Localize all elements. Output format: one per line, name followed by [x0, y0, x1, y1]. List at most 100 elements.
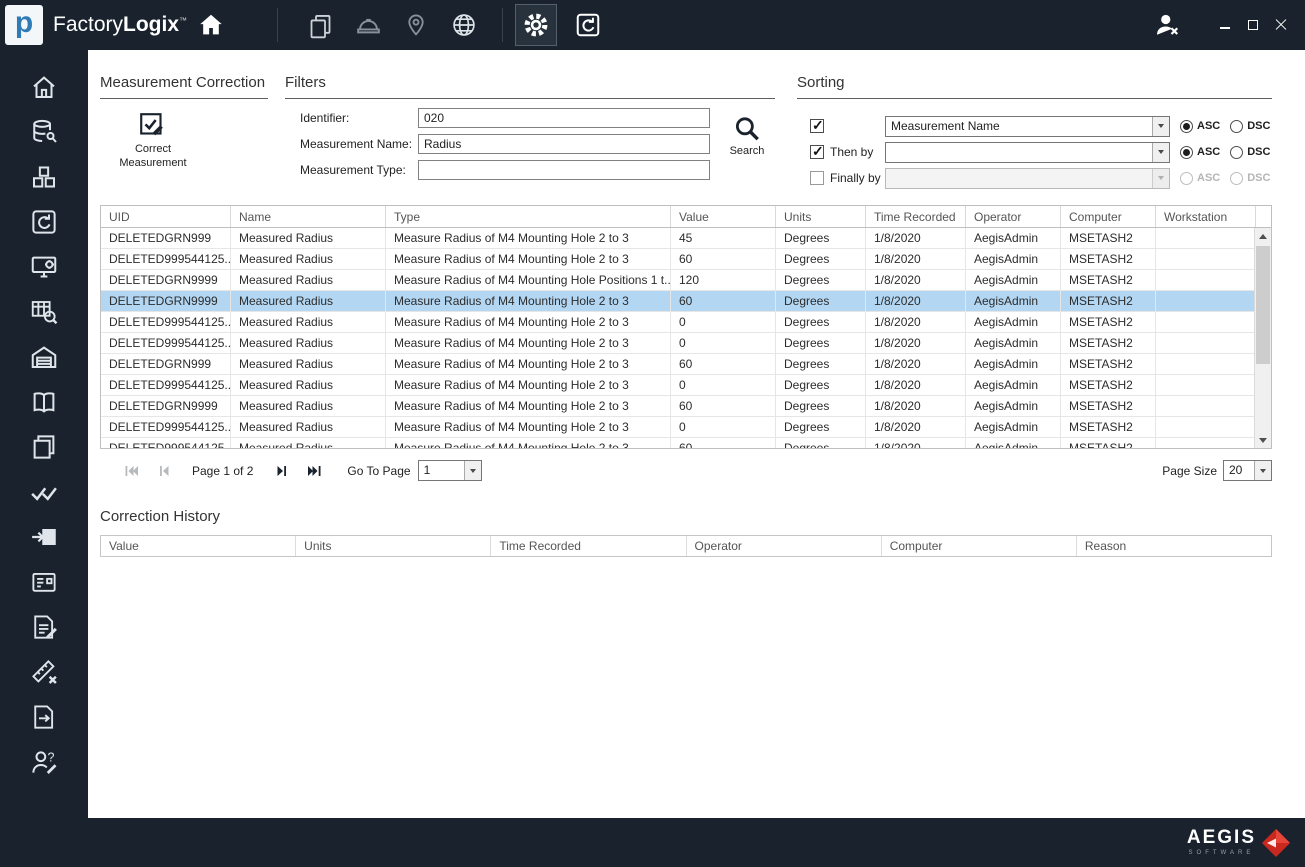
table-row[interactable]: DELETEDGRN999Measured RadiusMeasure Radi…: [101, 354, 1271, 375]
sort-secondary-dropdown[interactable]: [885, 142, 1170, 163]
toolbar-separator: [277, 8, 278, 42]
home-icon[interactable]: [196, 10, 226, 40]
column-header[interactable]: Operator: [966, 206, 1061, 227]
correct-measurement-button[interactable]: Correct Measurement: [114, 111, 192, 171]
table-cell: [1156, 270, 1256, 291]
location-pin-icon[interactable]: [401, 10, 431, 40]
documents-icon[interactable]: [305, 10, 335, 40]
sidebar-item-badge[interactable]: [0, 559, 88, 604]
measurement-name-input[interactable]: [418, 134, 710, 154]
table-row[interactable]: DELETEDGRN9999Measured RadiusMeasure Rad…: [101, 396, 1271, 417]
sidebar-item-production[interactable]: [0, 154, 88, 199]
chevron-down-icon[interactable]: [1254, 461, 1271, 480]
sidebar-item-factory[interactable]: [0, 334, 88, 379]
table-row[interactable]: DELETED999544125...Measured RadiusMeasur…: [101, 312, 1271, 333]
templates-icon: [29, 432, 59, 462]
search-button[interactable]: Search: [719, 114, 775, 186]
minimize-button[interactable]: [1219, 19, 1231, 31]
scroll-down-button[interactable]: [1255, 432, 1271, 448]
sort-tertiary-checkbox[interactable]: [810, 171, 824, 185]
edit-document-icon: [29, 612, 59, 642]
column-header[interactable]: Reason: [1077, 536, 1271, 556]
sidebar-item-revert[interactable]: [0, 199, 88, 244]
sidebar-item-approvals[interactable]: [0, 469, 88, 514]
column-header[interactable]: Value: [671, 206, 776, 227]
sidebar-item-terminal-settings[interactable]: [0, 244, 88, 289]
sidebar-item-measurement-correction[interactable]: [0, 649, 88, 694]
column-header[interactable]: Units: [776, 206, 866, 227]
sidebar-item-documentation[interactable]: [0, 379, 88, 424]
scroll-up-button[interactable]: [1255, 228, 1271, 244]
column-header[interactable]: Units: [296, 536, 491, 556]
correction-history-header: ValueUnitsTime RecordedOperatorComputerR…: [100, 535, 1272, 557]
column-header[interactable]: Computer: [882, 536, 1077, 556]
sort-primary-dropdown[interactable]: Measurement Name: [885, 116, 1170, 137]
measurement-type-input[interactable]: [418, 160, 710, 180]
settings-tab-active[interactable]: [515, 4, 557, 46]
table-row[interactable]: DELETED999544125...Measured RadiusMeasur…: [101, 249, 1271, 270]
vertical-scrollbar[interactable]: [1254, 228, 1271, 448]
sidebar-item-home[interactable]: [0, 64, 88, 109]
chevron-down-icon[interactable]: [1152, 143, 1169, 162]
maximize-button[interactable]: [1247, 19, 1259, 31]
sort-primary-value: Measurement Name: [886, 117, 1152, 136]
close-button[interactable]: [1275, 19, 1287, 31]
arrow-down-icon: [1259, 438, 1267, 443]
globe-icon[interactable]: [449, 10, 479, 40]
table-row[interactable]: DELETED999544125...Measured RadiusMeasur…: [101, 438, 1271, 449]
page-size-dropdown[interactable]: 20: [1223, 460, 1272, 481]
hardhat-icon[interactable]: [353, 10, 383, 40]
sort-primary-asc-radio[interactable]: ASC: [1180, 120, 1220, 133]
sidebar-item-edit-document[interactable]: [0, 604, 88, 649]
table-cell: Degrees: [776, 354, 866, 375]
last-page-button[interactable]: [306, 462, 323, 479]
sidebar-item-operator-edit[interactable]: ?: [0, 739, 88, 784]
table-row[interactable]: DELETEDGRN9999Measured RadiusMeasure Rad…: [101, 291, 1271, 312]
previous-page-button[interactable]: [155, 462, 172, 479]
pagination-bar: Page 1 of 2 Go To Page 1 Page Size 20: [100, 460, 1272, 481]
revert-icon[interactable]: [573, 10, 603, 40]
sidebar-item-data-query[interactable]: [0, 289, 88, 334]
table-cell: Measure Radius of M4 Mounting Hole 2 to …: [386, 333, 671, 354]
filters-title: Filters: [285, 74, 775, 99]
chevron-down-icon[interactable]: [464, 461, 481, 480]
sort-primary-checkbox[interactable]: [810, 119, 824, 133]
column-header[interactable]: Type: [386, 206, 671, 227]
sort-secondary-checkbox[interactable]: [810, 145, 824, 159]
table-cell: Measured Radius: [231, 354, 386, 375]
chevron-down-icon[interactable]: [1152, 117, 1169, 136]
column-header[interactable]: Time Recorded: [491, 536, 686, 556]
sort-secondary-dsc-radio[interactable]: DSC: [1230, 146, 1270, 159]
page-size-value: 20: [1224, 461, 1254, 480]
table-row[interactable]: DELETEDGRN9999Measured RadiusMeasure Rad…: [101, 270, 1271, 291]
column-header[interactable]: Workstation: [1156, 206, 1256, 227]
table-cell: Degrees: [776, 270, 866, 291]
first-page-button[interactable]: [122, 462, 139, 479]
column-header[interactable]: UID: [101, 206, 231, 227]
chevron-down-icon: [1152, 169, 1169, 188]
sidebar-item-templates[interactable]: [0, 424, 88, 469]
sort-tertiary-dsc-radio: DSC: [1230, 172, 1270, 185]
scrollbar-thumb[interactable]: [1256, 246, 1270, 364]
table-row[interactable]: DELETED999544125...Measured RadiusMeasur…: [101, 375, 1271, 396]
column-header[interactable]: Computer: [1061, 206, 1156, 227]
identifier-input[interactable]: [418, 108, 710, 128]
table-row[interactable]: DELETED999544125...Measured RadiusMeasur…: [101, 333, 1271, 354]
sidebar-item-export-document[interactable]: [0, 694, 88, 739]
table-row[interactable]: DELETED999544125...Measured RadiusMeasur…: [101, 417, 1271, 438]
sidebar-item-database-maintenance[interactable]: [0, 109, 88, 154]
table-cell: 1/8/2020: [866, 312, 966, 333]
column-header[interactable]: Name: [231, 206, 386, 227]
sort-secondary-asc-radio[interactable]: ASC: [1180, 146, 1220, 159]
column-header[interactable]: Operator: [687, 536, 882, 556]
user-logout-icon[interactable]: [1152, 10, 1182, 40]
aegis-diamond-icon: [1261, 828, 1291, 858]
column-header[interactable]: Value: [101, 536, 296, 556]
goto-page-dropdown[interactable]: 1: [418, 460, 482, 481]
sort-primary-dsc-radio[interactable]: DSC: [1230, 120, 1270, 133]
table-row[interactable]: DELETEDGRN999Measured RadiusMeasure Radi…: [101, 228, 1271, 249]
next-page-button[interactable]: [273, 462, 290, 479]
column-header[interactable]: Time Recorded: [866, 206, 966, 227]
table-cell: 60: [671, 396, 776, 417]
sidebar-item-import[interactable]: [0, 514, 88, 559]
